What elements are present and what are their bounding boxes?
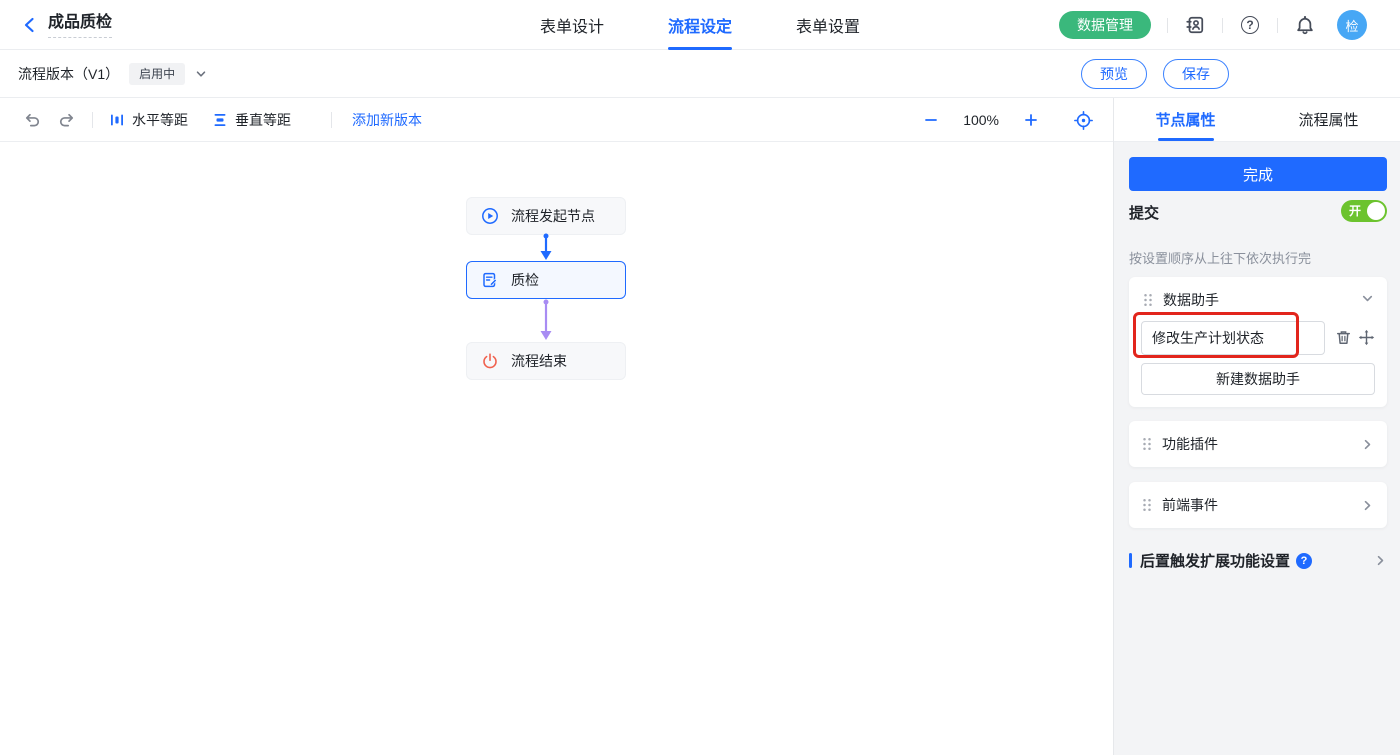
tab-form-setting[interactable]: 表单设置 xyxy=(796,0,860,50)
toggle-on-label: 开 xyxy=(1349,204,1361,218)
data-assistant-section: 数据助手 修改生产计划状态 新建数据助手 xyxy=(1129,277,1387,407)
section-title: 功能插件 xyxy=(1162,434,1218,454)
notification-bell-icon[interactable] xyxy=(1294,14,1316,36)
version-info: 流程版本（V1） 启用中 xyxy=(18,50,207,98)
contacts-icon[interactable] xyxy=(1184,14,1206,36)
redo-icon[interactable] xyxy=(56,110,76,130)
help-glyph: ? xyxy=(1241,16,1259,34)
tab-flow-properties[interactable]: 流程属性 xyxy=(1257,98,1400,141)
toolbar-zoom-controls: 100% xyxy=(921,98,1093,142)
tab-form-design[interactable]: 表单设计 xyxy=(540,0,604,50)
zoom-out-icon[interactable] xyxy=(921,110,941,130)
chevron-down-icon xyxy=(195,68,207,80)
form-edit-icon xyxy=(481,271,499,289)
tab-label: 流程属性 xyxy=(1298,109,1358,130)
distribute-vertical-label: 垂直等距 xyxy=(235,110,291,130)
preview-button[interactable]: 预览 xyxy=(1081,59,1147,89)
data-assistant-header: 数据助手 xyxy=(1143,290,1219,310)
finish-button[interactable]: 完成 xyxy=(1129,157,1387,191)
execution-order-hint: 按设置顺序从上往下依次执行完 xyxy=(1129,248,1311,267)
divider xyxy=(92,112,93,128)
header-left: 成品质检 xyxy=(18,0,112,50)
version-dropdown-toggle[interactable] xyxy=(195,68,207,80)
tab-flow-setting[interactable]: 流程设定 xyxy=(668,0,732,50)
flow-node-start[interactable]: 流程发起节点 xyxy=(466,197,626,235)
move-icon[interactable] xyxy=(1358,329,1375,346)
chevron-left-icon xyxy=(22,17,36,33)
version-label: 流程版本（V1） xyxy=(18,64,119,84)
section-accent-bar xyxy=(1129,553,1132,568)
top-header: 成品质检 表单设计 流程设定 表单设置 数据管理 ? 检 xyxy=(0,0,1400,50)
collapse-section-icon[interactable] xyxy=(1361,292,1374,305)
zoom-in-icon[interactable] xyxy=(1021,110,1041,130)
status-badge: 启用中 xyxy=(129,63,185,85)
chevron-right-icon xyxy=(1361,499,1374,512)
data-manage-button[interactable]: 数据管理 xyxy=(1059,11,1151,39)
locate-center-icon[interactable] xyxy=(1073,110,1093,130)
flow-canvas[interactable]: 流程发起节点 质检 流程结束 xyxy=(0,142,1113,755)
distribute-horizontal-label: 水平等距 xyxy=(132,110,188,130)
drag-handle-icon[interactable] xyxy=(1142,437,1152,451)
active-tab-underline xyxy=(1158,138,1214,141)
header-tabs: 表单设计 流程设定 表单设置 xyxy=(540,0,860,50)
canvas-toolbar: 水平等距 垂直等距 添加新版本 100% xyxy=(0,98,1113,142)
chevron-down-icon xyxy=(1361,292,1374,305)
panel-tabs: 节点属性 流程属性 xyxy=(1114,98,1400,142)
play-circle-icon xyxy=(481,207,499,225)
edge-qc-to-end xyxy=(541,300,552,341)
version-bar: 流程版本（V1） 启用中 预览 保存 xyxy=(0,50,1400,98)
help-icon[interactable]: ? xyxy=(1239,14,1261,36)
tab-label: 表单设置 xyxy=(796,13,860,37)
divider xyxy=(1277,18,1278,33)
app: 成品质检 表单设计 流程设定 表单设置 数据管理 ? 检 流程版本（V xyxy=(0,0,1400,755)
divider xyxy=(331,112,332,128)
undo-icon[interactable] xyxy=(22,110,42,130)
tab-label: 流程设定 xyxy=(668,13,732,37)
submit-label: 提交 xyxy=(1129,202,1159,223)
drag-handle-icon[interactable] xyxy=(1142,498,1152,512)
section-title: 前端事件 xyxy=(1162,495,1218,515)
tab-label: 表单设计 xyxy=(540,13,604,37)
add-version-link[interactable]: 添加新版本 xyxy=(352,110,422,130)
post-trigger-settings[interactable]: 后置触发扩展功能设置 ? xyxy=(1129,550,1387,571)
divider xyxy=(1167,18,1168,33)
distribute-vertical-button[interactable]: 垂直等距 xyxy=(212,110,291,130)
power-icon xyxy=(481,352,499,370)
section-title: 数据助手 xyxy=(1163,290,1219,310)
header-right: 数据管理 ? 检 xyxy=(1059,0,1367,50)
delete-icon[interactable] xyxy=(1335,329,1352,346)
drag-handle-icon[interactable] xyxy=(1143,293,1153,307)
distribute-horizontal-icon xyxy=(109,112,125,128)
edge-start-to-qc xyxy=(541,234,552,261)
user-avatar[interactable]: 检 xyxy=(1337,10,1367,40)
page-title[interactable]: 成品质检 xyxy=(48,13,112,38)
back-button[interactable] xyxy=(18,14,40,36)
question-circle-icon[interactable]: ? xyxy=(1296,553,1312,569)
distribute-horizontal-button[interactable]: 水平等距 xyxy=(109,110,188,130)
distribute-vertical-icon xyxy=(212,112,228,128)
properties-panel: 节点属性 流程属性 完成 提交 开 按设置顺序从上往下依次执行完 数据助手 修改… xyxy=(1113,98,1400,755)
data-assistant-item[interactable]: 修改生产计划状态 xyxy=(1141,321,1325,355)
tab-node-properties[interactable]: 节点属性 xyxy=(1114,98,1257,141)
toolbar-left: 水平等距 垂直等距 添加新版本 xyxy=(22,98,422,142)
tab-label: 节点属性 xyxy=(1155,109,1215,130)
post-trigger-title: 后置触发扩展功能设置 xyxy=(1140,550,1290,571)
chevron-right-icon xyxy=(1374,554,1387,567)
chevron-right-icon xyxy=(1361,438,1374,451)
plugin-section[interactable]: 功能插件 xyxy=(1129,421,1387,467)
flow-edges xyxy=(526,232,566,462)
zoom-level: 100% xyxy=(963,112,999,128)
frontend-event-section[interactable]: 前端事件 xyxy=(1129,482,1387,528)
divider xyxy=(1222,18,1223,33)
new-data-assistant-button[interactable]: 新建数据助手 xyxy=(1141,363,1375,395)
toggle-knob xyxy=(1367,202,1385,220)
submit-toggle[interactable]: 开 xyxy=(1341,200,1387,222)
save-button[interactable]: 保存 xyxy=(1163,59,1229,89)
node-label: 流程发起节点 xyxy=(511,206,595,226)
